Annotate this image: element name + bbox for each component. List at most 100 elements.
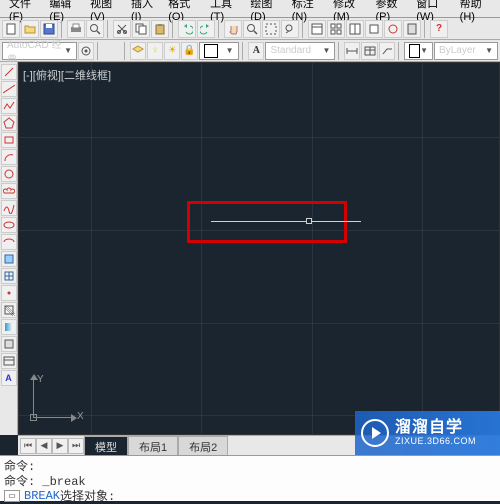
ellipsearc-icon bbox=[3, 236, 15, 248]
xline-tool[interactable] bbox=[1, 81, 17, 97]
tablestyle-button[interactable] bbox=[361, 42, 377, 60]
ellipsearc-tool[interactable] bbox=[1, 234, 17, 250]
line-tool[interactable] bbox=[1, 64, 17, 80]
rectangle-tool[interactable] bbox=[1, 132, 17, 148]
tab-last-button[interactable]: ⏭ bbox=[68, 438, 84, 454]
calculator-icon bbox=[406, 23, 418, 35]
properties-icon bbox=[311, 23, 323, 35]
gradient-icon bbox=[3, 321, 15, 333]
calc-button[interactable] bbox=[403, 20, 421, 38]
watermark-title: 溜溜自学 bbox=[395, 419, 476, 437]
rectangle-icon bbox=[3, 134, 15, 146]
sheetset-button[interactable] bbox=[365, 20, 383, 38]
region-icon bbox=[3, 338, 15, 350]
help-button[interactable]: ? bbox=[430, 20, 448, 38]
polyline-icon bbox=[3, 100, 15, 112]
block-tool[interactable] bbox=[1, 268, 17, 284]
layer-iso-button[interactable]: ♀ bbox=[147, 42, 163, 60]
command-history-1: 命令: bbox=[4, 458, 496, 473]
layer-freeze-button[interactable]: ☀ bbox=[164, 42, 180, 60]
gradient-tool[interactable] bbox=[1, 319, 17, 335]
zoom-button[interactable] bbox=[243, 20, 261, 38]
markup-icon bbox=[387, 23, 399, 35]
arc-tool[interactable] bbox=[1, 149, 17, 165]
revcloud-tool[interactable] bbox=[1, 183, 17, 199]
hatch-icon bbox=[3, 304, 15, 316]
workspace-combo[interactable]: AutoCAD 经典 ▼ bbox=[2, 42, 77, 60]
standard-toolbar: ? bbox=[0, 18, 500, 40]
spline-tool[interactable] bbox=[1, 200, 17, 216]
linetype-combo[interactable]: ByLayer ▼ bbox=[434, 42, 498, 60]
hatch-tool[interactable] bbox=[1, 302, 17, 318]
mtext-tool[interactable]: A bbox=[1, 370, 17, 386]
tab-first-button[interactable]: ⏮ bbox=[20, 438, 36, 454]
tab-layout1[interactable]: 布局1 bbox=[128, 436, 178, 457]
color-combo[interactable]: ▼ bbox=[404, 42, 433, 60]
cut-button[interactable] bbox=[113, 20, 131, 38]
print-button[interactable] bbox=[67, 20, 85, 38]
redo-button[interactable] bbox=[197, 20, 215, 38]
gear-icon bbox=[80, 45, 92, 57]
paste-button[interactable] bbox=[151, 20, 169, 38]
menu-bar: 文件(F) 编辑(E) 视图(V) 插入(I) 格式(O) 工具(T) 绘图(D… bbox=[0, 0, 500, 18]
menu-help[interactable]: 帮助(H) bbox=[455, 0, 496, 23]
layer-combo[interactable]: ▼ bbox=[199, 42, 239, 60]
lock-icon: 🔒 bbox=[183, 45, 195, 56]
toolpalette-button[interactable] bbox=[346, 20, 364, 38]
polygon-tool[interactable] bbox=[1, 115, 17, 131]
tab-next-button[interactable]: ▶ bbox=[52, 438, 68, 454]
viewport-label[interactable]: [-][俯视][二维线框] bbox=[23, 67, 111, 83]
zoom-icon bbox=[246, 23, 258, 35]
chevron-down-icon: ▼ bbox=[420, 46, 428, 55]
tab-model[interactable]: 模型 bbox=[84, 436, 128, 457]
magnify-icon bbox=[89, 23, 101, 35]
text-a-icon: A bbox=[253, 45, 260, 56]
zoom-window-icon bbox=[265, 23, 277, 35]
dimstyle-button[interactable] bbox=[344, 42, 360, 60]
markup-button[interactable] bbox=[384, 20, 402, 38]
command-name: BREAK bbox=[24, 489, 60, 503]
workspace-toolbar: AutoCAD 经典 ▼ ♀ ☀ 🔒 ▼ A Standard ▼ ▼ ByLa… bbox=[0, 40, 500, 62]
designcenter-button[interactable] bbox=[327, 20, 345, 38]
workspace-settings-button[interactable] bbox=[78, 42, 94, 60]
clipboard-icon bbox=[154, 23, 166, 35]
layer-state-button[interactable] bbox=[130, 42, 146, 60]
palette-icon bbox=[349, 23, 361, 35]
zoom-window-button[interactable] bbox=[262, 20, 280, 38]
text-icon: A bbox=[5, 373, 12, 383]
pan-button[interactable] bbox=[224, 20, 242, 38]
point-tool[interactable] bbox=[1, 285, 17, 301]
pline-tool[interactable] bbox=[1, 98, 17, 114]
region-tool[interactable] bbox=[1, 336, 17, 352]
textstyle-button[interactable]: A bbox=[248, 42, 264, 60]
tab-layout2[interactable]: 布局2 bbox=[178, 436, 228, 457]
mleaderstyle-button[interactable] bbox=[379, 42, 395, 60]
copy-button[interactable] bbox=[132, 20, 150, 38]
zoom-prev-button[interactable] bbox=[281, 20, 299, 38]
textstyle-combo[interactable]: Standard ▼ bbox=[265, 42, 335, 60]
insert-tool[interactable] bbox=[1, 251, 17, 267]
sheets-icon bbox=[368, 23, 380, 35]
ucs-x-label: X bbox=[77, 411, 84, 422]
drawing-area[interactable]: [-][俯视][二维线框] Y X bbox=[18, 62, 500, 435]
midpoint-grip[interactable] bbox=[306, 218, 312, 224]
color-swatch bbox=[409, 44, 421, 58]
tab-prev-button[interactable]: ◀ bbox=[36, 438, 52, 454]
chevron-down-icon: ▼ bbox=[226, 46, 234, 55]
zoom-prev-icon bbox=[284, 23, 296, 35]
ellipse-tool[interactable] bbox=[1, 217, 17, 233]
undo-button[interactable] bbox=[178, 20, 196, 38]
block-insert-icon bbox=[3, 253, 15, 265]
watermark-overlay: 溜溜自学 ZIXUE.3D66.COM bbox=[355, 411, 500, 455]
properties-button[interactable] bbox=[308, 20, 326, 38]
preview-button[interactable] bbox=[86, 20, 104, 38]
line-entity[interactable] bbox=[211, 221, 361, 222]
circle-tool[interactable] bbox=[1, 166, 17, 182]
command-line[interactable]: 命令: 命令: _break ▭ BREAK 选择对象: bbox=[0, 455, 500, 501]
folder-icon bbox=[24, 23, 36, 35]
table-tool[interactable] bbox=[1, 353, 17, 369]
table-tool-icon bbox=[3, 355, 15, 367]
block-icon bbox=[3, 270, 15, 282]
layer-lock-button[interactable]: 🔒 bbox=[181, 42, 197, 60]
ellipse-icon bbox=[3, 219, 15, 231]
